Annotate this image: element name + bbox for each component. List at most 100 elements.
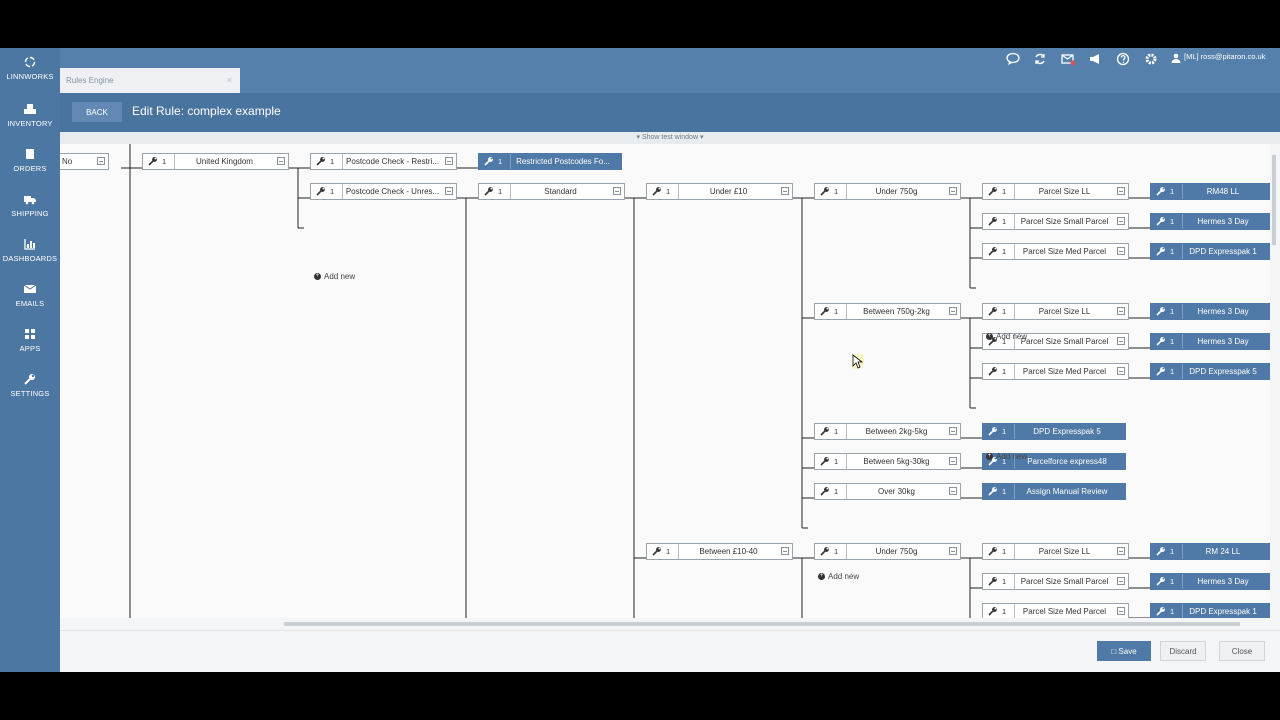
horizontal-scrollbar[interactable] <box>60 620 1270 628</box>
condition-node[interactable]: 1 Between £10-40 <box>646 543 793 560</box>
wrench-icon[interactable] <box>1156 306 1166 316</box>
wrench-icon[interactable] <box>1156 576 1166 586</box>
sidebar-item-apps[interactable]: APPS <box>0 328 60 372</box>
discard-button[interactable]: Discard <box>1160 641 1206 661</box>
wrench-icon[interactable] <box>316 186 326 196</box>
collapse-icon[interactable] <box>1117 577 1125 585</box>
condition-node[interactable]: 1 Between 750g-2kg <box>814 303 961 320</box>
condition-node[interactable]: 1 United Kingdom <box>142 153 289 170</box>
wrench-icon[interactable] <box>148 156 158 166</box>
tab-rules-engine[interactable]: Rules Engine × <box>60 68 240 93</box>
collapse-icon[interactable] <box>781 187 789 195</box>
wrench-icon[interactable] <box>820 186 830 196</box>
collapse-icon[interactable] <box>781 547 789 555</box>
back-button[interactable]: BACK <box>72 102 122 122</box>
wrench-icon[interactable] <box>652 186 662 196</box>
gear-icon[interactable] <box>1144 52 1158 66</box>
sidebar-item-dashboards[interactable]: DASHBOARDS <box>0 238 60 282</box>
wrench-icon[interactable] <box>820 486 830 496</box>
wrench-icon[interactable] <box>316 156 326 166</box>
wrench-icon[interactable] <box>652 546 662 556</box>
collapse-icon[interactable] <box>949 187 957 195</box>
wrench-icon[interactable] <box>988 186 998 196</box>
sidebar-item-settings[interactable]: SETTINGS <box>0 373 60 417</box>
condition-node[interactable]: 1 Under 750g <box>814 543 961 560</box>
mail-icon[interactable] <box>1061 52 1075 66</box>
megaphone-icon[interactable] <box>1088 52 1102 66</box>
condition-node[interactable]: 1 Between 2kg-5kg <box>814 423 961 440</box>
action-node[interactable]: 1 DPD Expresspak 5 <box>1150 363 1270 380</box>
vertical-scrollbar[interactable] <box>1272 155 1276 245</box>
add-new-link[interactable]: + Add new <box>314 272 355 281</box>
action-node[interactable]: 1 Hermes 3 Day <box>1150 303 1270 320</box>
action-node[interactable]: 1 DPD Expresspak 1 <box>1150 603 1270 618</box>
sidebar-item-orders[interactable]: ORDERS <box>0 148 60 192</box>
collapse-icon[interactable] <box>1117 547 1125 555</box>
wrench-icon[interactable] <box>484 186 494 196</box>
action-node[interactable]: 1 RM48 LL <box>1150 183 1270 200</box>
collapse-icon[interactable] <box>277 157 285 165</box>
wrench-icon[interactable] <box>988 306 998 316</box>
condition-node[interactable]: 1 Parcel Size Med Parcel <box>982 363 1129 380</box>
wrench-icon[interactable] <box>820 426 830 436</box>
collapse-icon[interactable] <box>949 457 957 465</box>
collapse-icon[interactable] <box>1117 217 1125 225</box>
collapse-icon[interactable] <box>949 547 957 555</box>
condition-node[interactable]: 1 Standard <box>478 183 625 200</box>
collapse-icon[interactable] <box>445 157 453 165</box>
action-node[interactable]: 1 DPD Expresspak 1 <box>1150 243 1270 260</box>
action-node[interactable]: 1 Hermes 3 Day <box>1150 333 1270 350</box>
wrench-icon[interactable] <box>1156 366 1166 376</box>
wrench-icon[interactable] <box>988 366 998 376</box>
wrench-icon[interactable] <box>988 246 998 256</box>
condition-node[interactable]: 1 Parcel Size Med Parcel <box>982 243 1129 260</box>
action-node[interactable]: 1 Restricted Postcodes Fo... <box>478 153 622 170</box>
action-node[interactable]: 1 Hermes 3 Day <box>1150 213 1270 230</box>
condition-node[interactable]: 1 Over 30kg <box>814 483 961 500</box>
wrench-icon[interactable] <box>988 426 998 436</box>
condition-node[interactable]: 1 Postcode Check - Unres... <box>310 183 457 200</box>
collapse-icon[interactable] <box>1117 367 1125 375</box>
condition-node[interactable]: 1 Parcel Size LL <box>982 543 1129 560</box>
action-node[interactable]: 1 RM 24 LL <box>1150 543 1270 560</box>
wrench-icon[interactable] <box>820 306 830 316</box>
collapse-icon[interactable] <box>1117 607 1125 615</box>
user-account-label[interactable]: [ML] ross@pitaron.co.uk <box>1184 52 1265 61</box>
wrench-icon[interactable] <box>988 546 998 556</box>
condition-node[interactable]: 1 Under 750g <box>814 183 961 200</box>
close-button[interactable]: Close <box>1219 641 1265 661</box>
wrench-icon[interactable] <box>484 156 494 166</box>
collapse-icon[interactable] <box>949 307 957 315</box>
wrench-icon[interactable] <box>988 576 998 586</box>
action-node[interactable]: 1 Hermes 3 Day <box>1150 573 1270 590</box>
condition-node[interactable]: 1 Parcel Size Med Parcel <box>982 603 1129 618</box>
collapse-icon[interactable] <box>97 157 105 165</box>
sidebar-item-inventory[interactable]: INVENTORY <box>0 103 60 147</box>
collapse-icon[interactable] <box>1117 187 1125 195</box>
sidebar-item-emails[interactable]: EMAILS <box>0 283 60 327</box>
wrench-icon[interactable] <box>988 486 998 496</box>
tab-close-icon[interactable]: × <box>227 75 232 85</box>
condition-node[interactable]: 1 Parcel Size LL <box>982 183 1129 200</box>
wrench-icon[interactable] <box>820 456 830 466</box>
condition-node[interactable]: 1 Between 5kg-30kg <box>814 453 961 470</box>
condition-node[interactable]: 1 Parcel Size LL <box>982 303 1129 320</box>
collapse-icon[interactable] <box>949 487 957 495</box>
sidebar-item-linnworks[interactable]: LINNWORKS <box>0 56 60 100</box>
help-icon[interactable] <box>1116 52 1130 66</box>
condition-node[interactable]: 1 Parcel Size Small Parcel <box>982 213 1129 230</box>
collapse-icon[interactable] <box>1117 337 1125 345</box>
collapse-icon[interactable] <box>613 187 621 195</box>
collapse-icon[interactable] <box>949 427 957 435</box>
condition-node[interactable]: 1 Parcel Size Small Parcel <box>982 573 1129 590</box>
wrench-icon[interactable] <box>1156 216 1166 226</box>
wrench-icon[interactable] <box>988 216 998 226</box>
condition-node[interactable]: No <box>60 153 109 170</box>
wrench-icon[interactable] <box>820 546 830 556</box>
wrench-icon[interactable] <box>1156 336 1166 346</box>
refresh-icon[interactable] <box>1033 52 1047 66</box>
condition-node[interactable]: 1 Postcode Check - Restri... <box>310 153 457 170</box>
collapse-icon[interactable] <box>1117 307 1125 315</box>
condition-node[interactable]: 1 Under £10 <box>646 183 793 200</box>
action-node[interactable]: 1 DPD Expresspak 5 <box>982 423 1126 440</box>
